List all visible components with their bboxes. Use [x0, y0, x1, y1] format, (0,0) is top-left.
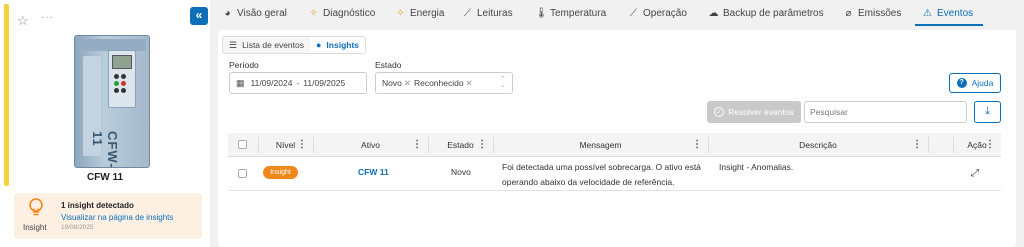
- search-input[interactable]: [804, 101, 967, 123]
- insights-page-link[interactable]: Visualizar na página de insights: [61, 213, 173, 222]
- tab-temperatura[interactable]: 🌡 Temperatura: [535, 8, 606, 19]
- period-label: Período: [229, 60, 259, 70]
- column-menu-icon[interactable]: ⋮: [477, 133, 487, 157]
- tab-backup-parametros[interactable]: ☁ Backup de parâmetros: [708, 8, 824, 19]
- check-circle-icon: ✓: [714, 107, 725, 117]
- event-message-line-1: Foi detectada uma possível sobrecarga. O…: [502, 162, 701, 172]
- column-menu-icon[interactable]: ⋮: [985, 133, 995, 157]
- state-label: Estado: [375, 60, 402, 70]
- cloud-icon: ☁: [708, 8, 719, 19]
- view-toggle: ☰ Lista de eventos ● Insights: [222, 36, 367, 54]
- favorite-star-icon[interactable]: ☆: [17, 13, 29, 29]
- table-row[interactable]: Insight CFW 11 Novo Foi detectada uma po…: [228, 157, 1001, 191]
- header-description[interactable]: Descrição ⋮: [708, 133, 928, 157]
- active-tab-indicator: [915, 24, 983, 26]
- calendar-icon: ▦: [236, 77, 245, 88]
- operation-chart-icon: ⟋: [630, 8, 637, 19]
- event-description: Insight - Anomalias.: [719, 162, 794, 172]
- chart-icon: ⟋: [464, 8, 471, 19]
- energy-icon: ✧: [396, 8, 405, 19]
- list-icon: ☰: [229, 40, 238, 50]
- question-icon: ?: [956, 78, 967, 88]
- column-menu-icon[interactable]: ⋮: [912, 133, 922, 157]
- tab-emissoes[interactable]: ⌀ Emissões: [843, 8, 901, 19]
- header-state[interactable]: Estado ⋮: [428, 133, 493, 157]
- select-all-checkbox[interactable]: [238, 140, 247, 149]
- events-panel: ☰ Lista de eventos ● Insights Período ▦ 11…: [218, 30, 1016, 247]
- insight-label: Insight: [23, 223, 47, 232]
- column-menu-icon[interactable]: ⋮: [692, 133, 702, 157]
- diagnostic-icon: ✧: [309, 8, 318, 19]
- device-image: CFW-11: [74, 35, 150, 169]
- column-menu-icon[interactable]: ⋮: [412, 133, 422, 157]
- state-chip: Reconhecido: [413, 78, 464, 88]
- pie-icon: ◕: [224, 8, 231, 19]
- chevron-updown-icon: ⌃ ⌄: [500, 76, 506, 89]
- insight-count: 1 insight detectado: [61, 201, 134, 210]
- help-button[interactable]: ? Ajuda: [949, 73, 1001, 93]
- collapse-panel-button[interactable]: «: [190, 7, 208, 25]
- warning-icon: ⚠: [923, 8, 932, 19]
- event-state: Novo: [451, 167, 471, 177]
- tab-visao-geral[interactable]: ◕ Visão geral: [222, 8, 286, 19]
- export-button[interactable]: ⤓: [974, 101, 1001, 123]
- tab-diagnostico[interactable]: ✧ Diagnóstico: [308, 8, 375, 19]
- download-icon: ⤓: [985, 105, 990, 117]
- lightbulb-icon: [29, 198, 43, 216]
- leaf-icon: ⌀: [845, 8, 852, 19]
- asset-link[interactable]: CFW 11: [358, 167, 389, 177]
- tab-eventos[interactable]: ⚠ Eventos: [922, 8, 973, 19]
- thermometer-icon: 🌡: [535, 8, 548, 19]
- tab-energia[interactable]: ✧ Energia: [395, 8, 444, 19]
- status-accent-bar: [4, 4, 9, 186]
- more-options-icon[interactable]: ···: [41, 12, 54, 23]
- column-menu-icon[interactable]: ⋮: [297, 133, 307, 157]
- tab-operacao[interactable]: ⟋ Operação: [628, 8, 687, 19]
- insight-date: 19/08/2025: [61, 224, 94, 231]
- device-name: CFW 11: [86, 172, 124, 183]
- tab-leituras[interactable]: ⟋ Leituras: [462, 8, 513, 19]
- events-table-header: Nível ⋮ Ativo ⋮ Estado ⋮ Mensagem ⋮ Descriçã…: [228, 133, 1001, 157]
- insights-toggle[interactable]: ● Insights: [309, 37, 366, 53]
- asset-tabs: ◕ Visão geral ✧ Diagnóstico ✧ Energia ⟋ Leit…: [214, 0, 1024, 28]
- row-checkbox[interactable]: [238, 169, 247, 178]
- state-chip: Novo: [382, 78, 402, 88]
- event-message-line-2: operando abaixo da velocidade de referên…: [502, 177, 675, 187]
- header-action: Ação ⋮: [953, 133, 1001, 157]
- level-badge: Insight: [263, 166, 298, 179]
- device-brand-label: CFW-11: [90, 131, 120, 169]
- insight-summary-card: Insight 1 insight detectado Visualizar n…: [14, 193, 202, 239]
- resolve-events-button[interactable]: ✓ Resolver eventos: [707, 101, 801, 123]
- asset-side-panel: ☆ ··· « CFW-11 CFW 11 Insight 1 insight …: [0, 0, 210, 247]
- header-message[interactable]: Mensagem ⋮: [493, 133, 708, 157]
- lightbulb-icon: ●: [315, 40, 322, 50]
- events-list-toggle[interactable]: ☰ Lista de eventos: [223, 37, 310, 53]
- state-multiselect[interactable]: Novo ✕ Reconhecido ✕ ⌃ ⌄: [375, 72, 513, 94]
- remove-chip-icon[interactable]: ✕: [466, 78, 473, 89]
- header-asset[interactable]: Ativo ⋮: [313, 133, 428, 157]
- period-date-range[interactable]: ▦ 11/09/2024 - 11/09/2025: [229, 72, 367, 94]
- header-level[interactable]: Nível ⋮: [258, 133, 313, 157]
- remove-chip-icon[interactable]: ✕: [404, 78, 411, 89]
- expand-icon[interactable]: ⤢: [971, 168, 979, 179]
